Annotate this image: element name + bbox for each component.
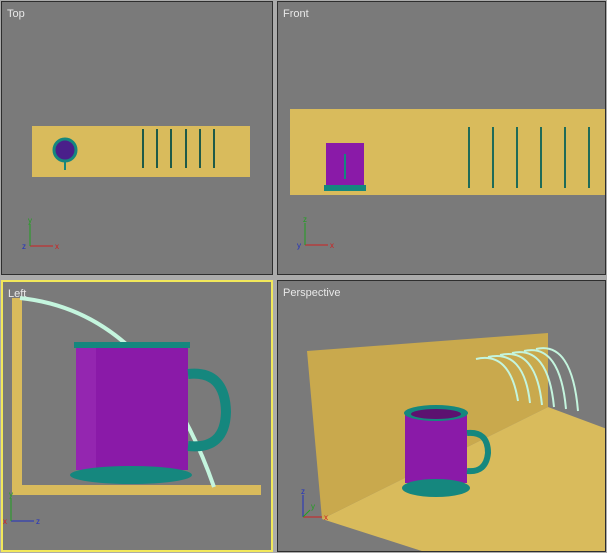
axis-y-label: y bbox=[28, 216, 32, 225]
left-view-scene: z y x bbox=[3, 296, 261, 526]
shelf-bottom-left bbox=[12, 485, 261, 495]
axis-z-label: z bbox=[22, 242, 26, 251]
mug-top bbox=[52, 137, 78, 163]
axis-gizmo-front: x z y bbox=[297, 215, 334, 250]
viewport-front[interactable]: Front x z y bbox=[277, 1, 606, 275]
svg-text:y: y bbox=[9, 490, 13, 499]
axis-gizmo-left: z y x bbox=[3, 490, 40, 526]
mug-body-persp bbox=[405, 413, 467, 483]
svg-text:z: z bbox=[303, 215, 307, 224]
perspective-view-scene: x z y bbox=[301, 333, 605, 551]
svg-text:z: z bbox=[36, 517, 40, 526]
top-view-scene: x y z bbox=[22, 126, 250, 251]
svg-text:z: z bbox=[301, 487, 305, 496]
viewport-top[interactable]: Top x y z bbox=[1, 1, 273, 275]
shelf-back-left bbox=[12, 298, 22, 494]
viewport-left[interactable]: Left z y x bbox=[1, 280, 273, 552]
svg-text:x: x bbox=[3, 517, 7, 526]
svg-text:y: y bbox=[297, 241, 301, 250]
axis-x-label: x bbox=[55, 242, 59, 251]
svg-text:x: x bbox=[324, 513, 328, 522]
mug-base-left bbox=[70, 466, 192, 484]
axis-gizmo-top: x y z bbox=[22, 216, 59, 251]
viewport-perspective[interactable]: Perspective x z y bbox=[277, 280, 606, 552]
front-view-scene: x z y bbox=[290, 109, 605, 250]
svg-text:y: y bbox=[311, 502, 315, 511]
svg-text:x: x bbox=[330, 241, 334, 250]
mug-base-persp bbox=[402, 479, 470, 497]
